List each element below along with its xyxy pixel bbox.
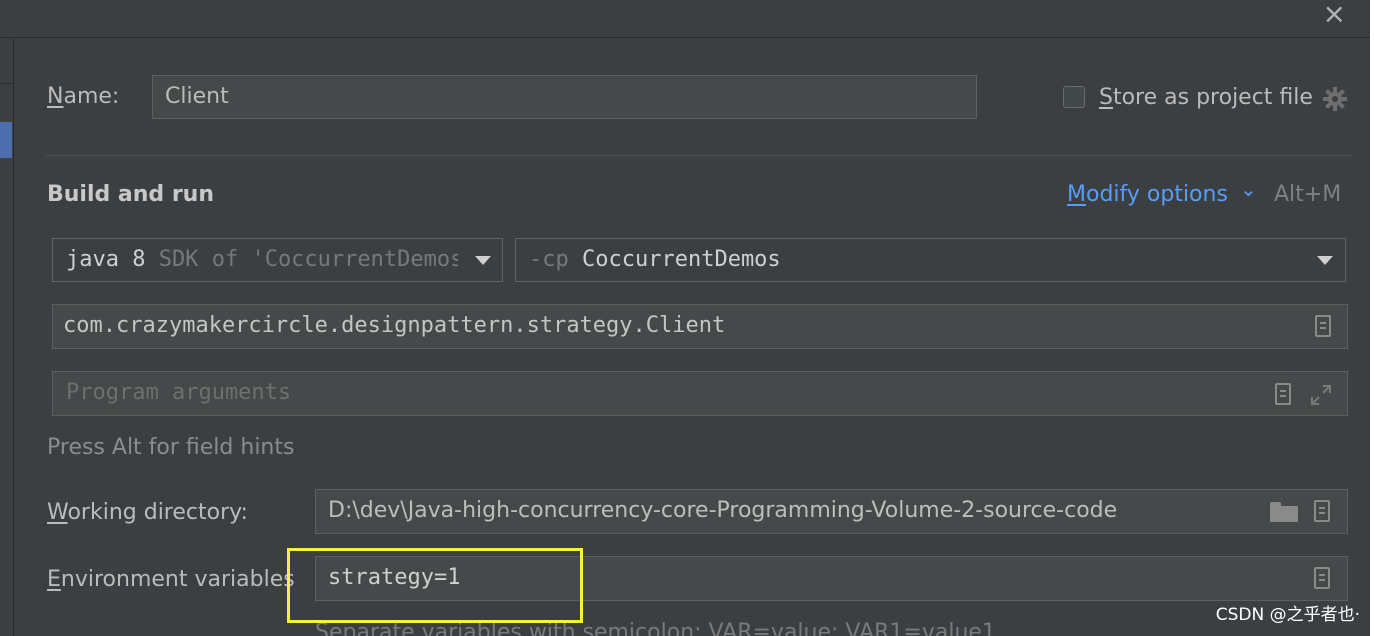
main-class-field[interactable]: com.crazymakercircle.designpattern.strat… bbox=[52, 304, 1348, 349]
build-and-run-title: Build and run bbox=[47, 182, 215, 207]
classpath-prefix: -cp bbox=[529, 247, 569, 272]
document-icon[interactable] bbox=[1275, 383, 1291, 405]
working-directory-field[interactable]: D:\dev\Java-high-concurrency-core-Progra… bbox=[315, 489, 1348, 534]
highlight-annotation-box bbox=[287, 548, 583, 623]
jdk-dropdown[interactable]: java 8 SDK of 'CoccurrentDemos bbox=[52, 238, 503, 282]
dialog-titlebar: × bbox=[0, 0, 1370, 38]
name-value: Client bbox=[165, 84, 229, 109]
jdk-name: java 8 bbox=[66, 247, 146, 272]
run-configuration-dialog: × Name: Client Store as project file Bui… bbox=[0, 0, 1370, 636]
dropdown-caret-icon[interactable] bbox=[1317, 256, 1333, 265]
document-icon[interactable] bbox=[1314, 500, 1330, 522]
main-class-value: com.crazymakercircle.designpattern.strat… bbox=[63, 313, 726, 338]
document-icon[interactable] bbox=[1315, 315, 1331, 337]
jdk-detail: SDK of 'CoccurrentDemos bbox=[158, 247, 458, 272]
config-tree-panel bbox=[0, 38, 14, 636]
document-icon[interactable] bbox=[1314, 567, 1330, 589]
working-directory-label: Working directory: bbox=[47, 500, 248, 525]
watermark: CSDN @之乎者也· bbox=[1215, 605, 1360, 625]
program-arguments-field[interactable]: Program arguments bbox=[52, 371, 1348, 416]
name-label: Name: bbox=[47, 84, 120, 109]
classpath-dropdown[interactable]: -cp CoccurrentDemos bbox=[515, 238, 1346, 282]
tree-divider bbox=[0, 83, 13, 84]
name-field[interactable]: Client bbox=[152, 75, 977, 119]
separator bbox=[46, 155, 1353, 156]
field-hints-text: Press Alt for field hints bbox=[47, 435, 295, 460]
close-icon[interactable]: × bbox=[1323, 0, 1346, 28]
store-as-project-file-label[interactable]: Store as project file bbox=[1099, 85, 1313, 111]
program-arguments-placeholder: Program arguments bbox=[66, 380, 292, 405]
chevron-down-icon[interactable]: ⌄ bbox=[1240, 176, 1257, 202]
classpath-module: CoccurrentDemos bbox=[582, 247, 781, 272]
store-as-project-file-checkbox[interactable] bbox=[1063, 86, 1085, 108]
dropdown-caret-icon[interactable] bbox=[475, 256, 491, 265]
environment-variables-label: Environment variables bbox=[47, 567, 295, 592]
modify-options-shortcut: Alt+M bbox=[1274, 182, 1342, 207]
gear-icon[interactable] bbox=[1322, 86, 1348, 112]
working-directory-value: D:\dev\Java-high-concurrency-core-Progra… bbox=[328, 498, 1118, 523]
modify-options-link[interactable]: Modify options bbox=[1067, 182, 1228, 208]
folder-icon[interactable] bbox=[1270, 502, 1298, 522]
tree-selected-item[interactable] bbox=[0, 122, 12, 158]
expand-icon[interactable] bbox=[1309, 383, 1333, 407]
